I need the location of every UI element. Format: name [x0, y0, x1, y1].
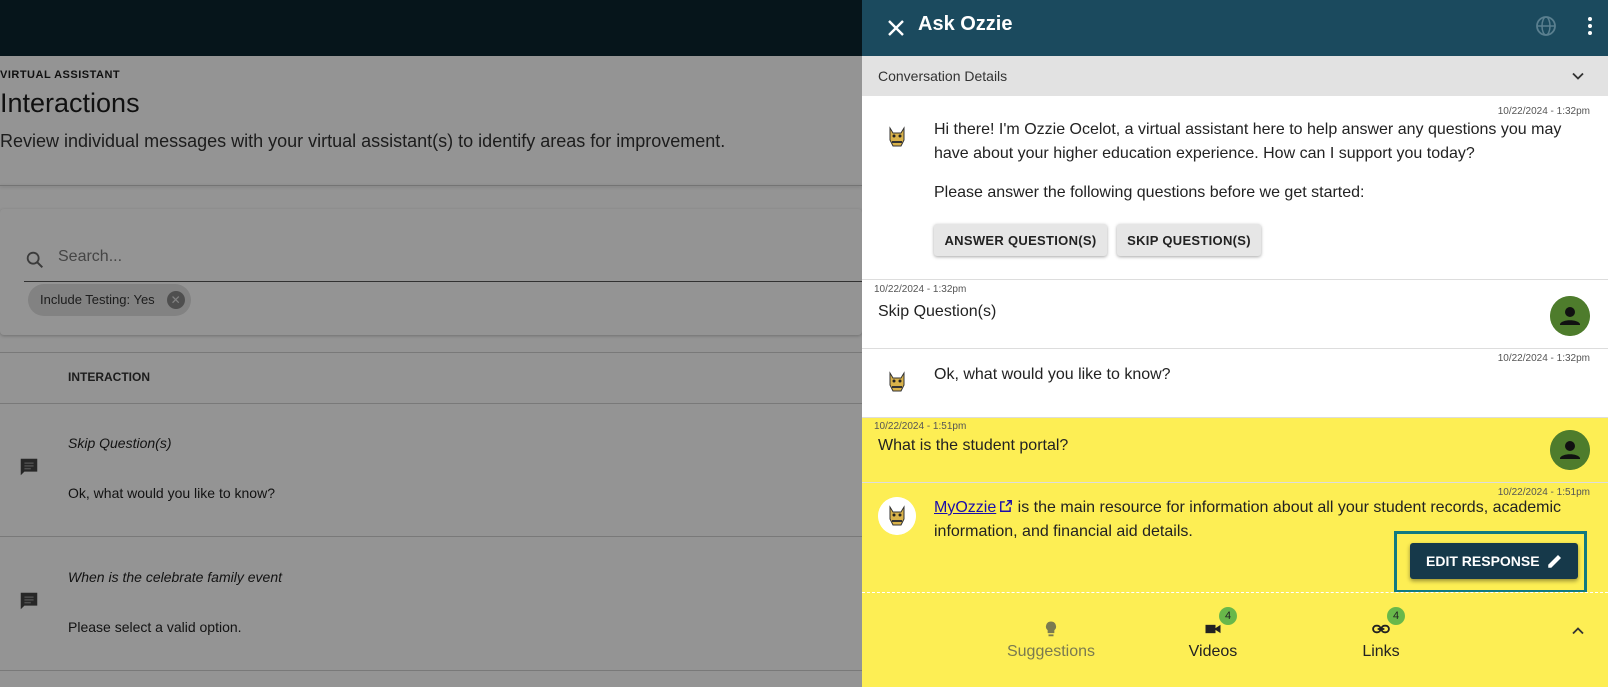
ozzie-avatar-icon: [878, 363, 916, 401]
tab-videos[interactable]: 4 Videos: [1153, 593, 1273, 687]
user-avatar-icon: [1550, 296, 1590, 336]
videos-count-badge: 4: [1219, 607, 1237, 625]
chevron-up-icon[interactable]: [1568, 621, 1588, 641]
message-text: MyOzzie is the main resource for informa…: [934, 496, 1561, 520]
video-icon: [1205, 624, 1221, 634]
tab-label: Links: [1362, 643, 1400, 660]
message-text: What is the student portal?: [878, 437, 1069, 454]
tab-suggestions[interactable]: Suggestions: [991, 593, 1111, 687]
more-vert-icon[interactable]: [1578, 14, 1602, 38]
panel-footer: Suggestions 4 Videos 4 Links: [862, 592, 1608, 687]
tab-links[interactable]: 4 Links: [1321, 593, 1441, 687]
myozzie-link[interactable]: MyOzzie: [934, 499, 996, 516]
lightbulb-icon: [1045, 621, 1057, 637]
user-message: 10/22/2024 - 1:32pm Skip Question(s): [862, 280, 1608, 349]
ozzie-avatar-icon: [878, 118, 916, 156]
close-icon[interactable]: [884, 16, 908, 40]
external-link-icon[interactable]: [999, 499, 1013, 513]
tab-label: Videos: [1188, 643, 1238, 660]
bot-message: 10/22/2024 - 1:32pm Ok, what would you l…: [862, 349, 1608, 418]
globe-icon[interactable]: [1534, 14, 1558, 38]
link-icon: [1372, 624, 1390, 634]
conversation-details-bar[interactable]: Conversation Details: [862, 56, 1608, 96]
panel-header: Ask Ozzie: [862, 0, 1608, 56]
message-timestamp: 10/22/2024 - 1:32pm: [874, 284, 967, 295]
message-text: Hi there! I'm Ozzie Ocelot, a virtual as…: [934, 121, 1562, 138]
edit-response-button[interactable]: EDIT RESPONSE: [1410, 543, 1578, 579]
chat-panel: Ask Ozzie Conversation Details 10/22/202…: [862, 0, 1608, 687]
conversation-details-label: Conversation Details: [878, 68, 1008, 84]
links-count-badge: 4: [1387, 607, 1405, 625]
tab-label: Suggestions: [1006, 643, 1096, 660]
message-timestamp: 10/22/2024 - 1:51pm: [874, 421, 967, 432]
message-text: information, and financial aid details.: [934, 523, 1193, 540]
answer-questions-button[interactable]: ANSWER QUESTION(S): [934, 224, 1107, 256]
message-text-cont: is the main resource for information abo…: [1013, 499, 1562, 516]
user-avatar-icon: [1550, 430, 1590, 470]
skip-questions-button[interactable]: SKIP QUESTION(S): [1117, 224, 1261, 256]
ozzie-avatar-icon: [878, 497, 916, 535]
bot-message: 10/22/2024 - 1:32pm Hi there! I'm Ozzie …: [862, 96, 1608, 280]
message-timestamp: 10/22/2024 - 1:32pm: [1497, 353, 1590, 364]
pencil-icon: [1548, 555, 1561, 568]
message-text: Please answer the following questions be…: [934, 184, 1365, 201]
edit-response-label: EDIT RESPONSE: [1426, 553, 1540, 569]
modal-backdrop[interactable]: [0, 0, 862, 687]
message-text: Ok, what would you like to know?: [934, 366, 1171, 383]
panel-title: Ask Ozzie: [918, 13, 1013, 35]
message-text: have about your higher education experie…: [934, 145, 1475, 162]
user-message: 10/22/2024 - 1:51pm What is the student …: [862, 418, 1608, 483]
chevron-down-icon[interactable]: [1568, 66, 1588, 86]
message-timestamp: 10/22/2024 - 1:32pm: [1497, 106, 1590, 117]
message-text: Skip Question(s): [878, 303, 997, 320]
